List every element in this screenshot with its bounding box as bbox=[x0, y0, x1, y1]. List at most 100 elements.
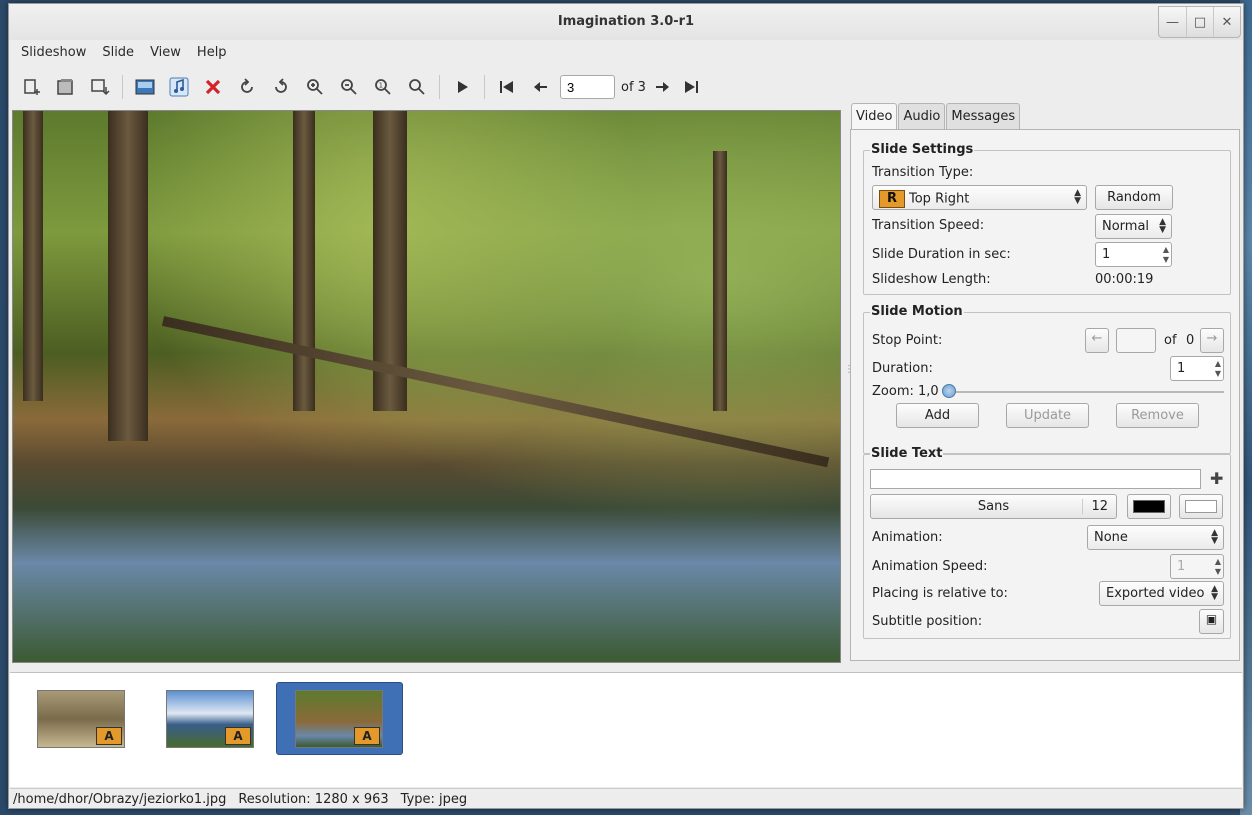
font-picker-button[interactable]: Sans 12 bbox=[870, 494, 1117, 519]
current-slide-input[interactable] bbox=[560, 75, 615, 99]
slide-thumbnail-3[interactable]: A bbox=[295, 690, 383, 748]
delete-icon[interactable] bbox=[196, 72, 230, 102]
animation-select[interactable]: None ▲ ▼ bbox=[1087, 525, 1224, 550]
toolbar-separator bbox=[122, 75, 123, 99]
spinner-arrows-icon[interactable]: ▲ ▼ bbox=[1215, 557, 1221, 577]
status-file-path: /home/dhor/Obrazy/jeziorko1.jpg bbox=[13, 792, 227, 807]
slide-settings-frame: Slide Settings Transition Type: R Top Rig… bbox=[863, 142, 1231, 295]
rotate-left-icon[interactable] bbox=[230, 72, 264, 102]
spinner-arrows-icon[interactable]: ▲ ▼ bbox=[1215, 359, 1221, 379]
text-color-button[interactable] bbox=[1127, 494, 1171, 519]
zoom-label: Zoom: bbox=[872, 384, 914, 399]
slide-duration-spinner[interactable]: 1 ▲ ▼ bbox=[1095, 242, 1172, 267]
tab-audio[interactable]: Audio bbox=[898, 103, 946, 129]
chevron-updown-icon: ▲ ▼ bbox=[1211, 584, 1218, 602]
text-bg-color-button[interactable] bbox=[1179, 494, 1223, 519]
fallen-log bbox=[161, 316, 830, 468]
slide-motion-frame: Slide Motion Stop Point: ← of 0 → Durati… bbox=[863, 304, 1231, 454]
stop-point-next-icon[interactable]: → bbox=[1200, 328, 1224, 353]
chevron-updown-icon: ▲ ▼ bbox=[1211, 528, 1218, 546]
zoom-normal-icon[interactable] bbox=[400, 72, 434, 102]
menu-help[interactable]: Help bbox=[189, 40, 235, 66]
animation-speed-spinner[interactable]: 1 ▲ ▼ bbox=[1170, 554, 1224, 579]
placing-relative-select[interactable]: Exported video ▲ ▼ bbox=[1099, 581, 1224, 606]
slide-thumbnail-2[interactable]: A bbox=[166, 690, 254, 748]
update-stop-point-button[interactable]: Update bbox=[1006, 403, 1089, 428]
animation-speed-label: Animation Speed: bbox=[872, 559, 988, 574]
transition-type-select[interactable]: R Top Right ▲ ▼ bbox=[872, 185, 1087, 210]
audio-badge: A bbox=[354, 727, 380, 745]
thumbnail-strip: A A A bbox=[10, 672, 1242, 787]
rotate-right-icon[interactable] bbox=[264, 72, 298, 102]
first-slide-icon[interactable] bbox=[490, 72, 524, 102]
window-title: Imagination 3.0-r1 bbox=[557, 14, 695, 29]
stop-point-field bbox=[1116, 328, 1156, 353]
settings-panel: Video Audio Messages Slide Settings Tran… bbox=[850, 103, 1242, 671]
next-slide-icon[interactable] bbox=[650, 72, 674, 102]
slide-text-input[interactable] bbox=[870, 469, 1201, 489]
transition-preview-icon: R bbox=[879, 190, 905, 208]
minimize-icon[interactable]: — bbox=[1159, 7, 1186, 37]
add-text-icon[interactable]: ✚ bbox=[1210, 469, 1223, 488]
app-window: Imagination 3.0-r1 — □ ✕ Slideshow Slide… bbox=[8, 3, 1244, 809]
zoom-out-icon[interactable] bbox=[332, 72, 366, 102]
animation-value: None bbox=[1094, 530, 1128, 545]
random-button[interactable]: Random bbox=[1095, 185, 1173, 210]
close-icon[interactable]: ✕ bbox=[1213, 7, 1240, 37]
import-pictures-icon[interactable] bbox=[15, 72, 49, 102]
window-controls: — □ ✕ bbox=[1158, 6, 1241, 38]
add-stop-point-button[interactable]: Add bbox=[896, 403, 979, 428]
zoom-fit-icon[interactable]: 1 bbox=[366, 72, 400, 102]
chevron-updown-icon: ▲ ▼ bbox=[1159, 217, 1166, 235]
menu-view[interactable]: View bbox=[142, 40, 189, 66]
stop-point-of-label: of bbox=[1164, 333, 1177, 348]
last-slide-icon[interactable] bbox=[674, 72, 708, 102]
stop-point-label: Stop Point: bbox=[872, 333, 943, 348]
transition-speed-label: Transition Speed: bbox=[872, 218, 985, 233]
play-icon[interactable] bbox=[445, 72, 479, 102]
menu-slide[interactable]: Slide bbox=[94, 40, 142, 66]
menu-bar: Slideshow Slide View Help bbox=[9, 40, 1243, 66]
zoom-in-icon[interactable] bbox=[298, 72, 332, 102]
zoom-slider-knob[interactable] bbox=[942, 384, 956, 398]
transition-speed-select[interactable]: Normal ▲ ▼ bbox=[1095, 214, 1172, 239]
tree-trunk bbox=[23, 111, 43, 401]
tab-messages[interactable]: Messages bbox=[946, 103, 1021, 129]
motion-duration-spinner[interactable]: 1 ▲ ▼ bbox=[1170, 356, 1224, 381]
import-project-icon[interactable] bbox=[83, 72, 117, 102]
pane-splitter[interactable]: ⋮ bbox=[844, 364, 854, 394]
tree-trunk bbox=[713, 151, 727, 411]
tab-video[interactable]: Video bbox=[851, 103, 898, 129]
slide-duration-label: Slide Duration in sec: bbox=[872, 247, 1011, 262]
menu-slideshow[interactable]: Slideshow bbox=[13, 40, 94, 66]
stop-point-prev-icon[interactable]: ← bbox=[1085, 328, 1109, 353]
transition-type-label: Transition Type: bbox=[872, 165, 974, 180]
zoom-value: 1,0 bbox=[918, 384, 939, 399]
prev-slide-icon[interactable] bbox=[524, 72, 558, 102]
motion-duration-label: Duration: bbox=[872, 361, 933, 376]
slide-thumbnail-1[interactable]: A bbox=[37, 690, 125, 748]
status-type: Type: jpeg bbox=[400, 792, 468, 807]
transition-type-value: Top Right bbox=[909, 191, 970, 207]
toolbar-separator bbox=[439, 75, 440, 99]
spinner-arrows-icon[interactable]: ▲ ▼ bbox=[1163, 245, 1169, 265]
audio-badge: A bbox=[96, 727, 122, 745]
import-music-icon[interactable] bbox=[49, 72, 83, 102]
chevron-updown-icon: ▲ ▼ bbox=[1074, 188, 1081, 206]
zoom-slider-track[interactable] bbox=[948, 391, 1224, 393]
subtitle-position-button[interactable]: ▣ bbox=[1199, 609, 1224, 634]
tree-trunk bbox=[108, 111, 148, 441]
music-icon[interactable] bbox=[162, 72, 196, 102]
slide-count-label: of 3 bbox=[621, 79, 646, 95]
motion-duration-value: 1 bbox=[1177, 361, 1186, 376]
placing-relative-label: Placing is relative to: bbox=[872, 586, 1008, 601]
audio-badge: A bbox=[225, 727, 251, 745]
background-icon[interactable] bbox=[128, 72, 162, 102]
slide-text-frame: Slide Text ✚ Sans 12 Animation: None ▲ ▼ … bbox=[863, 446, 1231, 639]
font-size: 12 bbox=[1082, 499, 1108, 514]
toolbar: 1 of 3 bbox=[9, 68, 1243, 106]
maximize-icon[interactable]: □ bbox=[1186, 7, 1213, 37]
remove-stop-point-button[interactable]: Remove bbox=[1116, 403, 1199, 428]
slideshow-length-value: 00:00:19 bbox=[1095, 272, 1154, 287]
settings-tabs: Video Audio Messages bbox=[850, 103, 1242, 129]
